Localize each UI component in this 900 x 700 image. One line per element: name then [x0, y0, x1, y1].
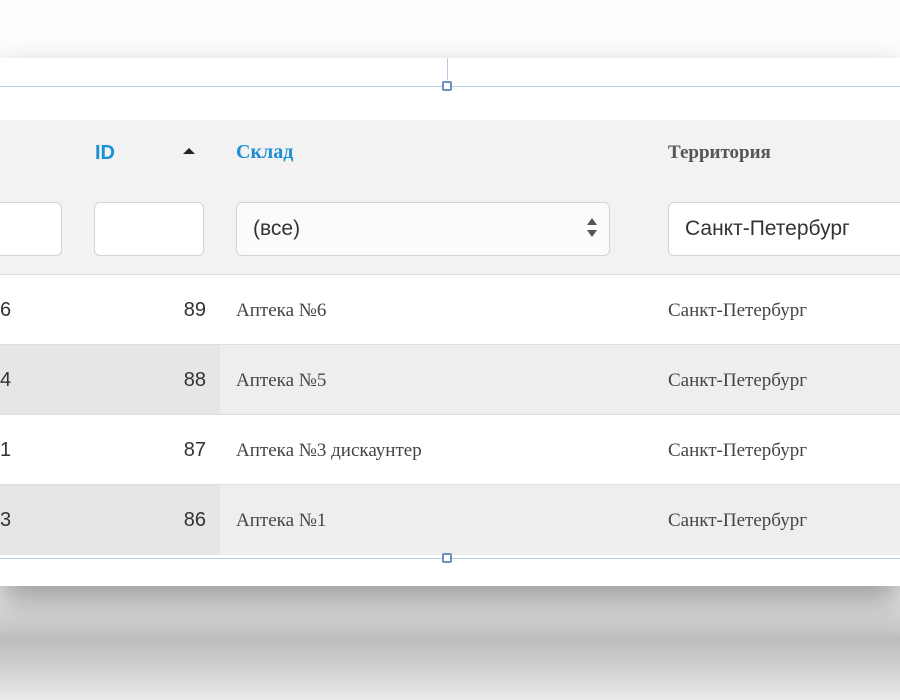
filter-select-warehouse-value: (все) [253, 217, 301, 240]
resize-handle-top[interactable] [442, 81, 452, 91]
filter-input-left[interactable] [0, 202, 62, 256]
column-header-territory: Территория [668, 142, 771, 163]
table-row[interactable]: 1 87 Аптека №3 дискаунтер Санкт-Петербур… [0, 414, 900, 485]
cell-territory: Санкт-Петербург [668, 440, 808, 461]
cell-territory: Санкт-Петербург [668, 370, 808, 391]
cell-warehouse: Аптека №3 дискаунтер [236, 440, 422, 461]
column-header-id[interactable]: ID [95, 142, 115, 165]
filter-input-territory[interactable]: Санкт-Петербург [668, 202, 900, 256]
cell-territory: Санкт-Петербург [668, 510, 808, 531]
filter-select-warehouse[interactable]: (все) [236, 202, 610, 256]
cell-id: 89 [183, 299, 206, 321]
table-row[interactable]: 4 88 Аптека №5 Санкт-Петербург [0, 344, 900, 415]
cell-territory: Санкт-Петербург [668, 300, 808, 321]
cell-left: 1 [0, 439, 12, 461]
cell-id: 87 [183, 439, 206, 461]
column-header-warehouse[interactable]: Склад [236, 141, 293, 164]
cell-left: 4 [0, 369, 12, 391]
table-row[interactable]: 6 89 Аптека №6 Санкт-Петербург [0, 274, 900, 345]
cell-left: 3 [0, 509, 12, 531]
select-arrows-icon [587, 218, 597, 240]
cell-id: 86 [183, 509, 206, 531]
cell-warehouse: Аптека №6 [236, 300, 327, 321]
resize-handle-bottom[interactable] [442, 553, 452, 563]
sort-ascending-icon[interactable] [183, 148, 195, 154]
cell-left: 6 [0, 299, 12, 321]
cell-id: 88 [183, 369, 206, 391]
filter-input-id[interactable] [94, 202, 204, 256]
filter-input-territory-value: Санкт-Петербург [685, 217, 850, 240]
table-row[interactable]: 3 86 Аптека №1 Санкт-Петербург [0, 484, 900, 555]
selection-guide-vertical [447, 58, 448, 80]
cell-warehouse: Аптека №1 [236, 510, 327, 531]
cell-warehouse: Аптека №5 [236, 370, 327, 391]
